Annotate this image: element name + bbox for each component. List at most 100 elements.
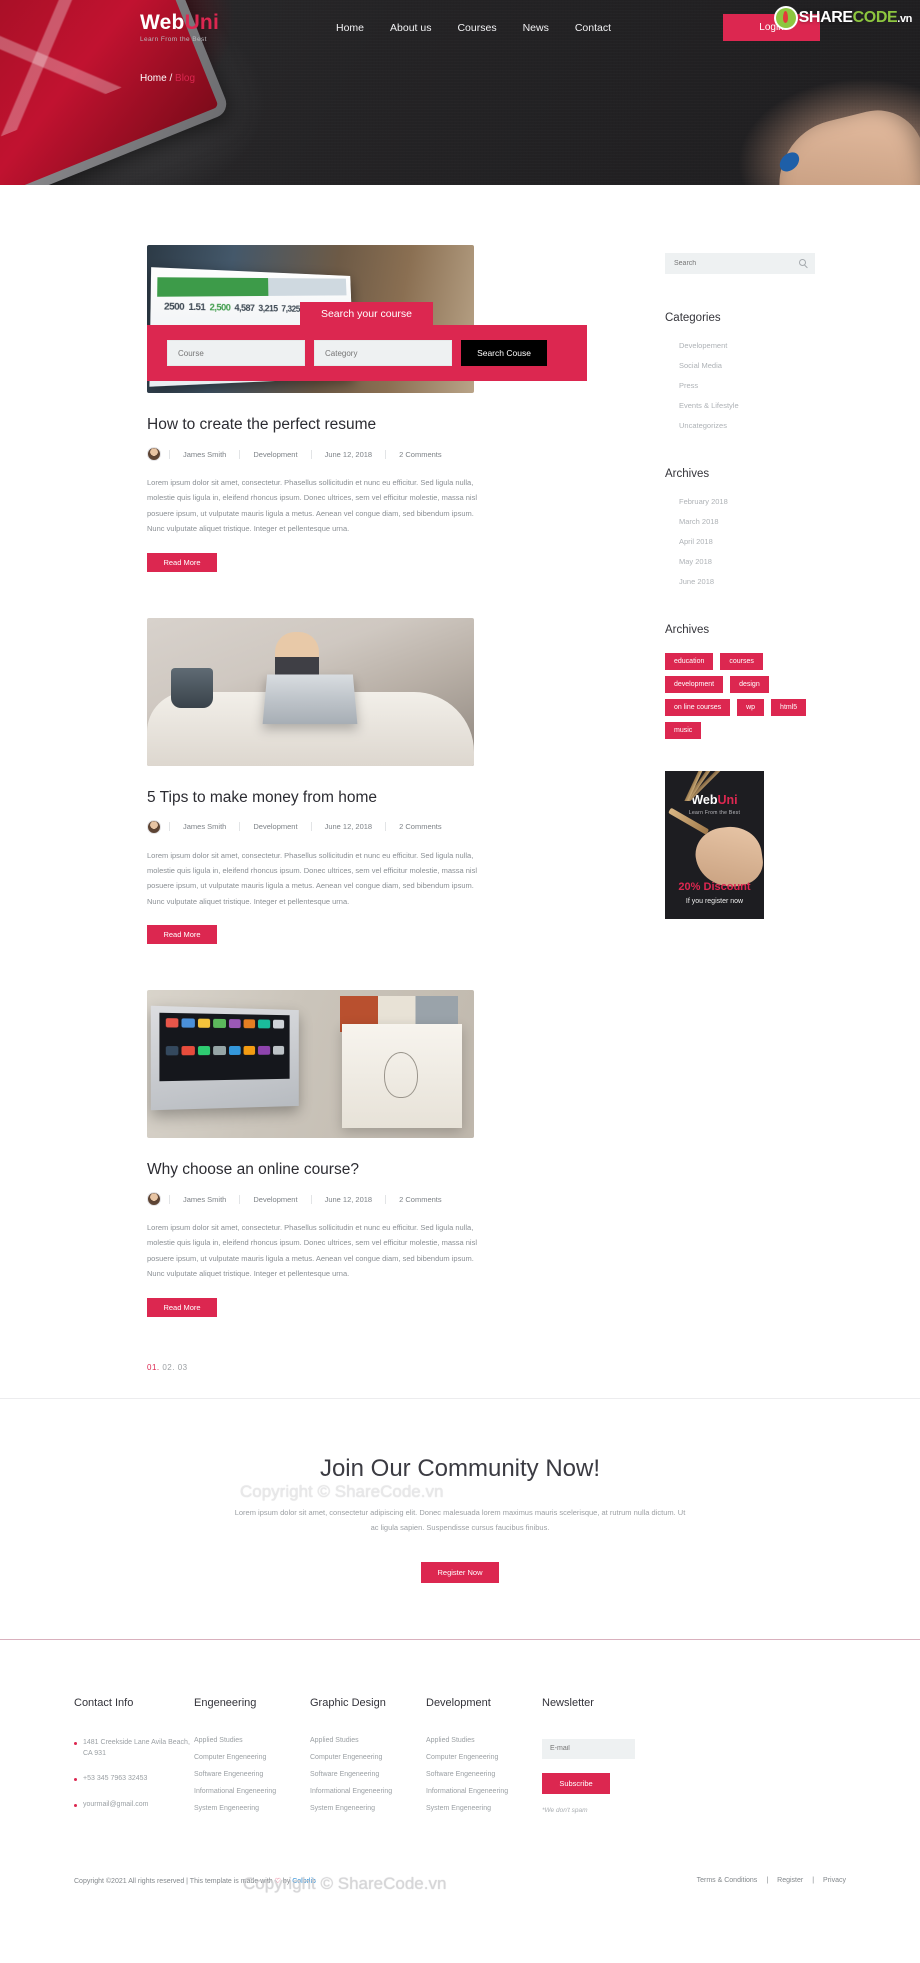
pagination-page-3[interactable]: 03 <box>178 1363 188 1372</box>
footer-link[interactable]: Software Engeneering <box>426 1771 542 1778</box>
blog-post-list: 2500 1.51 2,500 4,587 3,215 7,325 How to crea… <box>147 245 627 1372</box>
post-comments[interactable]: 2 Comments <box>385 449 455 459</box>
archives-list: February 2018 March 2018 April 2018 May … <box>665 497 815 586</box>
thumbnail-sketch-decoration <box>384 1052 418 1098</box>
post-title[interactable]: How to create the perfect resume <box>147 416 627 434</box>
breadcrumb-current: Blog <box>175 73 196 84</box>
register-now-button[interactable]: Register Now <box>421 1562 499 1583</box>
footer-link[interactable]: Software Engeneering <box>310 1771 426 1778</box>
promo-banner[interactable]: WebUni Learn From the Best 20% Discount … <box>665 771 764 919</box>
read-more-button[interactable]: Read More <box>147 552 217 572</box>
nav-item-news[interactable]: News <box>523 22 549 34</box>
post-category[interactable]: Development <box>239 449 310 459</box>
footer-link[interactable]: Applied Studies <box>426 1737 542 1744</box>
category-item[interactable]: Press <box>679 381 815 390</box>
pagination-page-2[interactable]: 02. <box>162 1363 175 1372</box>
footer-column-title: Graphic Design <box>310 1697 386 1709</box>
footer-link[interactable]: Informational Engeneering <box>194 1788 310 1795</box>
category-item[interactable]: Social Media <box>679 361 815 370</box>
categories-list: Developement Social Media Press Events &… <box>665 341 815 430</box>
copyright-brand-link[interactable]: Colorlib <box>292 1878 316 1885</box>
post-excerpt: Lorem ipsum dolor sit amet, consectetur.… <box>147 1223 478 1279</box>
contact-phone[interactable]: +53 345 7963 32453 <box>83 1773 147 1784</box>
post-author: James Smith <box>169 822 239 831</box>
tag-item[interactable]: courses <box>720 653 763 670</box>
footer-link-list: Applied Studies Computer Engeneering Sof… <box>310 1737 426 1812</box>
category-item[interactable]: Developement <box>679 341 815 350</box>
terms-conditions-link[interactable]: Terms & Conditions <box>697 1877 758 1884</box>
register-link[interactable]: Register <box>777 1877 803 1884</box>
footer-link[interactable]: System Engeneering <box>310 1805 426 1812</box>
newsletter-title: Newsletter <box>542 1697 594 1709</box>
nav-item-courses[interactable]: Courses <box>457 22 496 34</box>
legal-separator: | <box>766 1877 769 1885</box>
footer-link[interactable]: Software Engeneering <box>194 1771 310 1778</box>
post-comments[interactable]: 2 Comments <box>385 822 455 831</box>
sidebar-search[interactable] <box>665 253 815 274</box>
privacy-link[interactable]: Privacy <box>823 1877 846 1884</box>
contact-email-row: yourmail@gmail.com <box>74 1799 194 1810</box>
category-item[interactable]: Events & Lifestyle <box>679 401 815 410</box>
avatar <box>147 447 161 461</box>
footer-link[interactable]: Computer Engeneering <box>194 1754 310 1761</box>
search-icon[interactable] <box>799 259 806 266</box>
copyright-by: by <box>280 1877 293 1885</box>
search-course-button[interactable]: Search Couse <box>461 340 547 366</box>
tags-title: Archives <box>665 624 710 636</box>
site-logo[interactable]: WebUni Learn From the Best <box>140 12 290 43</box>
copyright-bar: Copyright ©2021 All rights reserved | Th… <box>0 1864 920 1898</box>
post-title[interactable]: Why choose an online course? <box>147 1161 627 1179</box>
read-more-button[interactable]: Read More <box>147 1297 217 1317</box>
tag-item[interactable]: music <box>665 722 702 739</box>
archive-item[interactable]: May 2018 <box>679 557 815 566</box>
archive-item[interactable]: April 2018 <box>679 537 815 546</box>
mark-part-1: SHARE <box>798 9 853 26</box>
footer-link[interactable]: Computer Engeneering <box>426 1754 542 1761</box>
post-category[interactable]: Development <box>239 822 310 831</box>
archive-item[interactable]: June 2018 <box>679 577 815 586</box>
footer-link[interactable]: System Engeneering <box>426 1805 542 1812</box>
tag-item[interactable]: wp <box>737 699 765 716</box>
footer-link[interactable]: Informational Engeneering <box>426 1788 542 1795</box>
contact-address: 1481 Creekside Lane Avila Beach, CA 931 <box>83 1739 190 1758</box>
category-item[interactable]: Uncategorizes <box>679 421 815 430</box>
community-cta-section: Join Our Community Now! Lorem ipsum dolo… <box>0 1397 920 1583</box>
post-title[interactable]: 5 Tips to make money from home <box>147 789 627 807</box>
footer-link[interactable]: Informational Engeneering <box>310 1788 426 1795</box>
archive-item[interactable]: February 2018 <box>679 497 815 506</box>
pagination-page-1[interactable]: 01. <box>147 1363 160 1372</box>
breadcrumb-home[interactable]: Home <box>140 73 167 84</box>
archive-item[interactable]: March 2018 <box>679 517 815 526</box>
read-more-button[interactable]: Read More <box>147 925 217 944</box>
breadcrumb: Home / Blog <box>140 73 920 84</box>
mark-part-2: CODE <box>852 9 898 26</box>
post-thumbnail-woman-laptop-bed[interactable] <box>147 617 474 766</box>
post-comments[interactable]: 2 Comments <box>385 1194 455 1204</box>
nav-item-about-us[interactable]: About us <box>390 22 431 34</box>
community-title: Join Our Community Now! <box>319 1454 601 1482</box>
nav-item-home[interactable]: Home <box>336 22 364 34</box>
footer-columns: Contact Info 1481 Creekside Lane Avila B… <box>0 1697 920 1824</box>
tag-item[interactable]: development <box>665 676 724 693</box>
footer-link[interactable]: Applied Studies <box>310 1737 426 1744</box>
tag-item[interactable]: on line courses <box>665 699 731 716</box>
contact-email[interactable]: yourmail@gmail.com <box>83 1799 148 1810</box>
post-category[interactable]: Development <box>239 1194 310 1204</box>
post-thumbnail-desk-sketchbook[interactable] <box>147 990 474 1138</box>
post-date: June 12, 2018 <box>310 1194 386 1204</box>
footer-link[interactable]: Applied Studies <box>194 1737 310 1744</box>
subscribe-button[interactable]: Subscribe <box>542 1772 610 1794</box>
newsletter-email-input[interactable] <box>542 1738 635 1759</box>
nav-item-contact[interactable]: Contact <box>575 22 611 34</box>
footer-column-development: Development Applied Studies Computer Eng… <box>426 1697 542 1824</box>
tag-cloud: education courses development design on … <box>665 653 815 739</box>
tag-item[interactable]: design <box>730 676 769 693</box>
tag-item[interactable]: education <box>665 653 714 670</box>
footer-link[interactable]: System Engeneering <box>194 1805 310 1812</box>
sidebar-search-input[interactable] <box>674 260 806 267</box>
category-input[interactable] <box>314 340 452 366</box>
footer-link[interactable]: Computer Engeneering <box>310 1754 426 1761</box>
main-navigation: Home About us Courses News Contact <box>336 22 611 34</box>
tag-item[interactable]: html5 <box>771 699 807 716</box>
course-input[interactable] <box>167 340 305 366</box>
